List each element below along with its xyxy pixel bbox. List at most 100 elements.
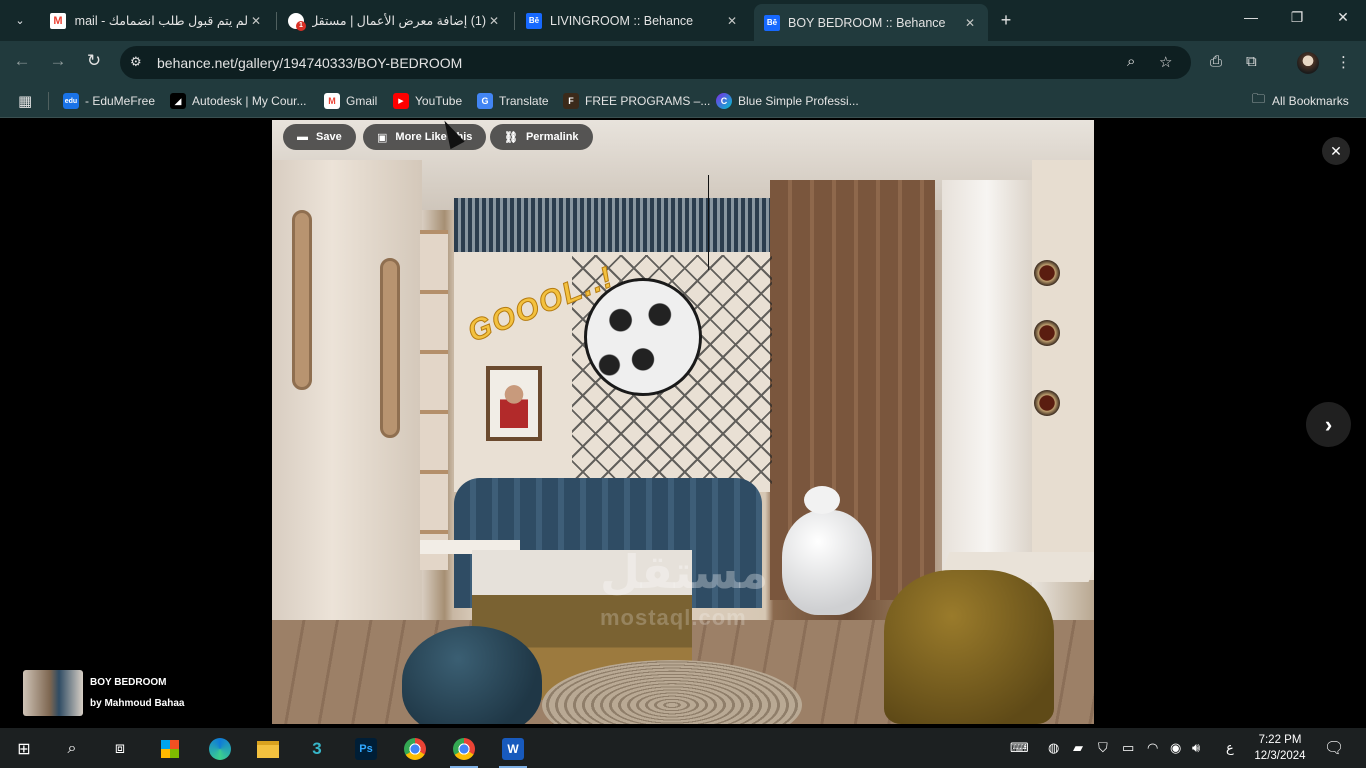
wall-decor	[1034, 390, 1060, 416]
bookmark-star-icon[interactable]: ☆	[1159, 53, 1172, 71]
project-lightbox: GOOOL..! ▬ Save ▣ More Like This ⛓ Perma…	[0, 120, 1366, 728]
restore-button[interactable]: ❐	[1274, 9, 1320, 26]
new-tab-button[interactable]: +	[996, 10, 1016, 31]
edu-icon: edu	[63, 93, 79, 109]
tab-livingroom[interactable]: Bē LIVINGROOM :: Behance ✕	[516, 6, 750, 35]
behance-icon: Bē	[526, 12, 542, 29]
back-button[interactable]: ←	[11, 51, 33, 71]
globe-icon[interactable]: ◍	[1048, 740, 1059, 756]
word-icon[interactable]: W	[493, 733, 533, 768]
battery-icon[interactable]: ▭	[1122, 740, 1134, 756]
bookmark-translate[interactable]: G Translate	[477, 92, 549, 110]
project-thumbnail[interactable]	[23, 670, 83, 716]
reload-icon: ↻	[86, 51, 102, 70]
tab-mostaql[interactable]: 1 (1) إضافة معرض الأعمال | مستقل ✕	[278, 6, 512, 35]
wifi-icon[interactable]: ◠	[1147, 740, 1158, 756]
permalink-label: Permalink	[525, 131, 579, 143]
bookmark-label: Blue Simple Professi...	[738, 94, 859, 108]
tab-close-icon[interactable]: ✕	[962, 16, 978, 30]
notification-badge: 1	[296, 20, 306, 31]
restore-icon: ❐	[1290, 9, 1304, 25]
more-like-this-button[interactable]: ▣ More Like This	[363, 124, 487, 150]
gmail-icon: M	[324, 93, 340, 109]
shelf-unit	[420, 230, 448, 570]
wall-portrait	[486, 366, 542, 441]
bookmark-edumefree[interactable]: edu - EduMeFree	[63, 92, 155, 110]
bookmark-youtube[interactable]: ▶ YouTube	[393, 92, 462, 110]
behance-icon: Bē	[764, 14, 780, 31]
apps-button[interactable]: ▦	[18, 92, 32, 110]
input-language[interactable]: ع	[1226, 740, 1234, 756]
bookmark-label: YouTube	[415, 94, 463, 108]
next-image-button[interactable]: ›	[1306, 402, 1351, 447]
task-view-icon[interactable]: ⧈	[100, 733, 140, 765]
photoshop-icon[interactable]: Ps	[346, 733, 386, 765]
close-icon: ✕	[1337, 9, 1349, 25]
extensions-icon[interactable]: ⧉	[1246, 53, 1257, 70]
forward-button[interactable]: →	[47, 51, 69, 71]
file-explorer-icon[interactable]	[248, 733, 288, 765]
bookmark-free-programs[interactable]: F FREE PROGRAMS –...	[563, 92, 710, 110]
reload-button[interactable]: ↻	[83, 51, 105, 71]
plush-toy	[782, 486, 872, 615]
tab-search-button[interactable]: ⌄	[8, 8, 32, 32]
search-icon[interactable]: ⌕	[52, 733, 92, 765]
bookmark-blue-simple[interactable]: C Blue Simple Professi...	[716, 92, 859, 110]
chrome-profile-icon[interactable]	[444, 733, 484, 768]
folder-icon: 🗀	[1252, 91, 1266, 106]
address-bar[interactable]: ⚙ behance.net/gallery/194740333/BOY-BEDR…	[120, 46, 1191, 79]
close-window-button[interactable]: ✕	[1320, 9, 1366, 26]
site-info-icon[interactable]: ⚙	[130, 54, 142, 70]
3ds-max-icon[interactable]: 3	[297, 733, 337, 765]
tab-title: LIVINGROOM :: Behance	[550, 13, 694, 28]
windows-start-icon[interactable]: ⊞	[4, 733, 44, 765]
store-icon[interactable]	[150, 733, 190, 765]
url-text[interactable]: behance.net/gallery/194740333/BOY-BEDROO…	[157, 55, 462, 71]
zoom-icon[interactable]: ⌕	[1127, 53, 1135, 70]
link-icon: ⛓	[504, 131, 518, 144]
bookmark-label: Autodesk | My Cour...	[192, 94, 307, 108]
tab-close-icon[interactable]: ✕	[248, 14, 264, 28]
permalink-button[interactable]: ⛓ Permalink	[490, 124, 593, 150]
browser-toolbar: ← → ↻ ⚙ behance.net/gallery/194740333/BO…	[0, 41, 1366, 84]
chevron-down-icon: ⌄	[15, 14, 25, 27]
apps-grid-icon: ▦	[18, 93, 33, 110]
notification-icon[interactable]: 🗨︎	[1324, 738, 1344, 758]
tab-boy-bedroom[interactable]: Bē BOY BEDROOM :: Behance ✕	[754, 4, 988, 41]
tab-strip: ⌄ M لم يتم قبول طلب انضمامك - mail ✕ 1 (…	[0, 0, 1366, 41]
shield-icon[interactable]: ⛉	[1098, 740, 1108, 756]
bookmark-autodesk[interactable]: ◢ Autodesk | My Cour...	[170, 92, 307, 110]
striped-wall	[454, 198, 770, 252]
save-button[interactable]: ▬ Save	[283, 124, 356, 150]
translate-icon: G	[477, 93, 493, 109]
wardrobe-handle	[380, 258, 400, 438]
profile-avatar[interactable]	[1297, 52, 1319, 74]
folder-icon: ▬	[297, 131, 308, 143]
webcam-icon[interactable]: ◉	[1170, 740, 1181, 756]
project-image: GOOOL..!	[272, 120, 1094, 724]
tab-title: BOY BEDROOM :: Behance	[788, 15, 946, 30]
project-author[interactable]: by Mahmoud Bahaa	[90, 698, 184, 709]
tab-gmail[interactable]: M لم يتم قبول طلب انضمامك - mail ✕	[40, 6, 274, 35]
chrome-icon[interactable]	[395, 733, 435, 765]
mostaql-icon: 1	[288, 12, 306, 31]
tab-close-icon[interactable]: ✕	[486, 14, 502, 28]
nvidia-icon[interactable]: ▰	[1073, 740, 1083, 756]
minimize-button[interactable]: —	[1228, 9, 1274, 25]
all-bookmarks-button[interactable]: 🗀 All Bookmarks	[1252, 91, 1349, 110]
kebab-menu-icon[interactable]: ⋮	[1336, 53, 1351, 71]
window-curtain	[942, 180, 1032, 600]
gmail-icon: M	[50, 12, 66, 29]
system-clock[interactable]: 7:22 PM 12/3/2024	[1240, 732, 1320, 764]
project-title[interactable]: BOY BEDROOM	[90, 677, 167, 688]
close-lightbox-button[interactable]: ✕	[1322, 137, 1350, 165]
youtube-icon: ▶	[393, 93, 409, 109]
keyboard-icon[interactable]: ⌨	[1010, 740, 1029, 756]
edge-icon[interactable]	[200, 733, 240, 765]
printer-icon[interactable]: ⎙	[1210, 53, 1222, 70]
bookmark-label: - EduMeFree	[85, 94, 156, 108]
right-cabinet	[1032, 160, 1094, 580]
bookmark-gmail[interactable]: M Gmail	[324, 92, 377, 110]
volume-icon[interactable]: 🔊︎	[1192, 740, 1200, 756]
tab-close-icon[interactable]: ✕	[724, 14, 740, 28]
